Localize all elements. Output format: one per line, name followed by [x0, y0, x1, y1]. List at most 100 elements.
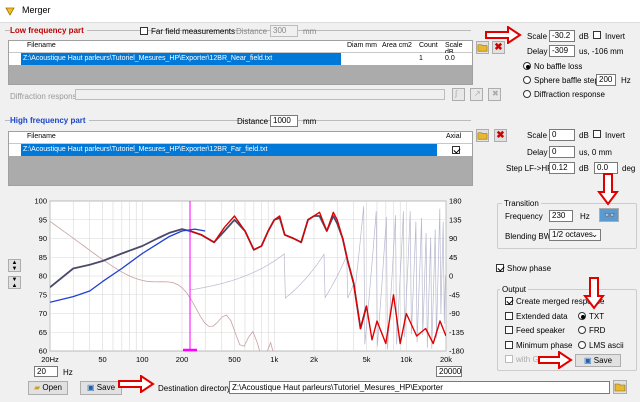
hf-grid-header: Filename Axial [9, 132, 472, 144]
zoom-fit-button[interactable]: ▼ ▲ [8, 276, 21, 289]
with-gd-checkbox[interactable] [505, 355, 513, 363]
x-tick-label: 2k [310, 355, 318, 364]
delete-icon: ✖ [494, 42, 503, 53]
x-tick-label: 1k [270, 355, 278, 364]
y2-tick-label: 90 [449, 234, 457, 243]
feed-speaker-label: Feed speaker [516, 326, 565, 335]
lf-table-row[interactable]: Z:\Acoustique Haut parleurs\Tutoriel_Mes… [21, 53, 341, 65]
diffraction-load-button[interactable]: ↗ [470, 88, 483, 101]
save-icon: ▣ [583, 356, 592, 365]
no-baffle-label: No baffle loss [534, 62, 583, 71]
sphere-baffle-radio[interactable] [523, 76, 531, 84]
lf-row-count: 1 [419, 55, 423, 62]
y2-tick-label: 180 [449, 197, 462, 206]
x-tick-label: 10k [400, 355, 412, 364]
format-frd-label: FRD [589, 326, 606, 335]
transition-title: Transition [502, 199, 541, 208]
hf-invert-label: Invert [605, 131, 626, 140]
diffraction-radio[interactable] [523, 90, 531, 98]
y-tick-label: 95 [39, 215, 47, 224]
show-phase-checkbox[interactable] [496, 264, 504, 272]
zoom-updown-button[interactable]: ▲ ▼ [8, 259, 21, 272]
lf-open-file-button[interactable] [476, 41, 489, 54]
format-frd-radio[interactable] [578, 326, 586, 334]
blend-select[interactable]: 1/2 octaves ⌄ [549, 229, 601, 241]
step-db-input[interactable]: 0.12 [549, 162, 575, 174]
destination-input[interactable]: Z:\Acoustique Haut parleurs\Tutoriel_Mes… [229, 381, 610, 394]
fmin-input[interactable]: 20 [34, 366, 58, 377]
hf-file-grid[interactable]: Filename Axial Z:\Acoustique Haut parleu… [8, 131, 473, 186]
feed-speaker-checkbox[interactable] [505, 326, 513, 334]
hf-invert-checkbox[interactable] [593, 130, 601, 138]
auto-transition-button[interactable]: 👓 [599, 208, 619, 222]
hf-delay-label: Delay [527, 148, 548, 157]
lf-invert-label: Invert [605, 32, 626, 41]
format-txt-label: TXT [589, 312, 605, 321]
updown-icon: ▲ ▼ [11, 260, 18, 272]
annotation-arrow-transition [597, 173, 619, 206]
x-tick-label: 20Hz [41, 355, 59, 364]
y2-tick-label: -45 [449, 290, 460, 299]
lf-delay-unit: us, -106 mm [579, 47, 624, 56]
sphere-baffle-label: Sphere baffle step [534, 76, 599, 85]
browse-destination-button[interactable] [613, 380, 627, 394]
hf-delete-button[interactable]: ✖ [494, 129, 507, 142]
hf-scale-input[interactable]: 0 [549, 129, 575, 141]
minimum-phase-label: Minimum phase [516, 341, 573, 350]
output-save-label: Save [593, 356, 613, 365]
fmin-unit: Hz [63, 368, 73, 377]
frequency-response-chart[interactable]: 100 18095 13590 9085 4580 075 -4570 -9065 -13560… [28, 193, 472, 365]
lf-scale-input[interactable]: -30.2 [549, 30, 575, 42]
diffraction-input[interactable] [75, 89, 445, 100]
lf-distance-label: Distance [236, 27, 268, 36]
with-gd-label: with GD of HF [516, 355, 567, 364]
lf-scale-label: Scale [527, 32, 548, 41]
lf-distance-input[interactable]: 300 [270, 25, 298, 37]
blend-label: Blending BW [505, 232, 552, 241]
hf-delay-input[interactable]: 0 [549, 146, 575, 158]
title-bar: Merger [0, 0, 640, 23]
format-txt-radio[interactable] [578, 312, 586, 320]
y2-tick-label: 0 [449, 272, 453, 281]
hf-open-file-button[interactable] [476, 129, 489, 142]
create-merged-checkbox[interactable] [505, 297, 513, 305]
folder-icon [477, 132, 488, 140]
lf-invert-checkbox[interactable] [593, 31, 601, 39]
transition-freq-input[interactable]: 230 [549, 210, 573, 222]
diffraction-curve-button[interactable]: ∫ [452, 88, 465, 101]
hf-row-filename: Z:\Acoustique Haut parleurs\Tutoriel_Mes… [23, 146, 268, 153]
lf-file-grid[interactable]: Filename Diam mm Area cm2 Count Scale dB… [8, 40, 473, 85]
no-baffle-radio[interactable] [523, 62, 531, 70]
lf-delete-button[interactable]: ✖ [492, 41, 505, 54]
format-lms-radio[interactable] [578, 341, 586, 349]
y-tick-label: 100 [34, 197, 47, 206]
save-button[interactable]: ▣ Save [80, 381, 122, 395]
open-button[interactable]: ▰ Open [28, 381, 68, 395]
lf-delay-input[interactable]: -309 [549, 45, 575, 57]
hf-distance-unit: mm [303, 117, 317, 126]
lf-delay-label: Delay [527, 47, 548, 56]
folder-icon [614, 383, 626, 392]
minimum-phase-checkbox[interactable] [505, 341, 513, 349]
hf-table-row[interactable]: Z:\Acoustique Haut parleurs\Tutoriel_Mes… [21, 144, 437, 156]
output-save-button[interactable]: ▣ Save [575, 354, 621, 367]
sphere-freq-input[interactable]: 200 [596, 74, 616, 86]
hf-distance-input[interactable]: 1000 [270, 115, 298, 127]
step-deg-input[interactable]: 0.0 [594, 162, 618, 174]
x-tick-label: 50 [98, 355, 106, 364]
fmax-input[interactable]: 20000 [436, 366, 462, 377]
step-db-unit: dB [579, 164, 589, 173]
hf-col-axial: Axial [446, 133, 462, 140]
extended-data-label: Extended data [516, 312, 568, 321]
show-phase-label: Show phase [507, 264, 552, 273]
farfield-checkbox[interactable] [140, 27, 148, 35]
annotation-arrow-destination [118, 375, 155, 393]
diffraction-delete-button[interactable]: ✖ [488, 88, 501, 101]
lf-distance-unit: mm [303, 27, 317, 36]
blend-value: 1/2 octaves [552, 230, 593, 239]
y2-tick-label: -90 [449, 309, 460, 318]
hf-axial-checkbox[interactable] [452, 146, 460, 154]
x-tick-label: 5k [363, 355, 371, 364]
delete-icon: ✖ [496, 130, 505, 141]
extended-data-checkbox[interactable] [505, 312, 513, 320]
